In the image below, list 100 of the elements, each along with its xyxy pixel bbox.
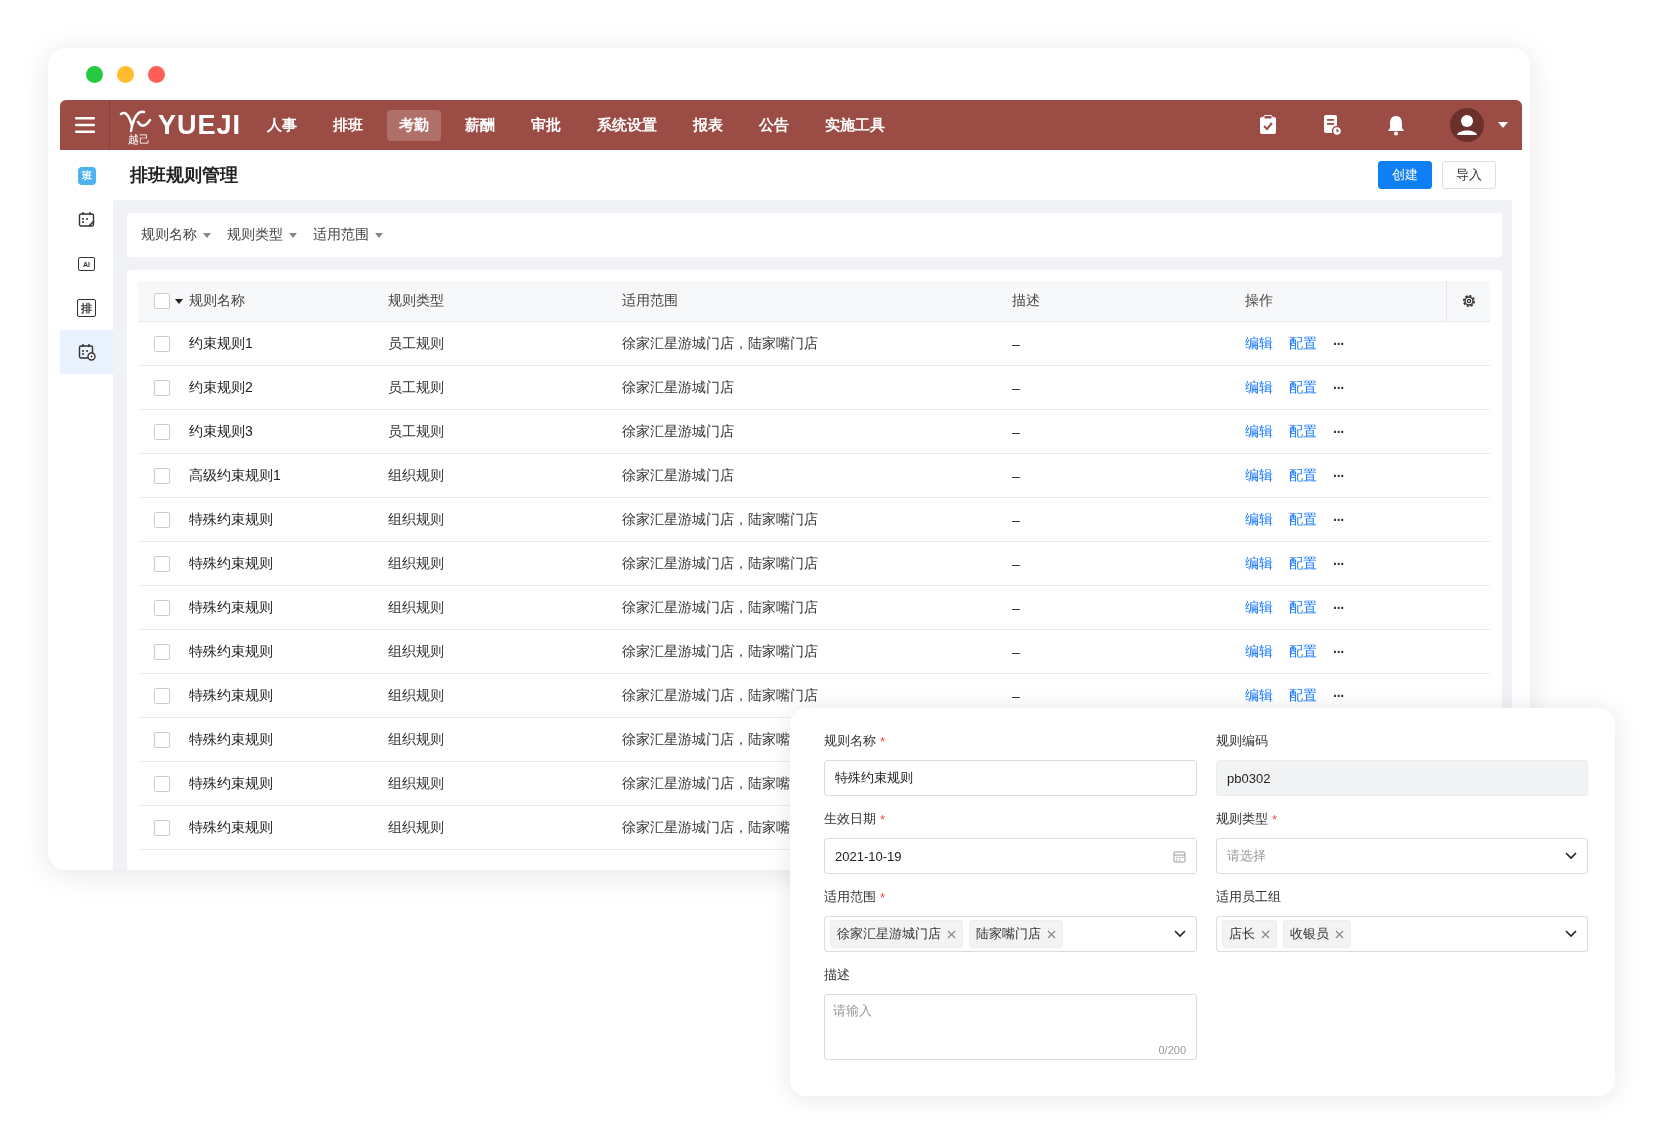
action-link[interactable]: 编辑 — [1245, 554, 1273, 573]
table-cell: – — [1012, 379, 1020, 396]
table-cell: – — [1012, 335, 1020, 352]
row-checkbox[interactable] — [154, 731, 170, 748]
table-cell: 组织规则 — [388, 554, 444, 573]
action-link[interactable]: 编辑 — [1245, 686, 1273, 705]
document-clock-icon[interactable] — [1322, 114, 1342, 136]
action-link[interactable]: ··· — [1333, 335, 1344, 352]
action-link[interactable]: ··· — [1333, 379, 1344, 396]
multi-select-field[interactable]: 店长 收银员 — [1216, 916, 1588, 952]
row-checkbox[interactable] — [154, 687, 170, 704]
field-label: 适用员工组 — [1216, 888, 1281, 906]
date-field[interactable]: 2021-10-19 — [824, 838, 1197, 874]
column-header: 适用范围 — [622, 292, 679, 310]
action-link[interactable]: ··· — [1333, 599, 1344, 616]
table-cell: 组织规则 — [388, 510, 444, 529]
nav-tab[interactable]: 人事 — [255, 109, 310, 141]
action-link[interactable]: 配置 — [1289, 686, 1317, 705]
row-checkbox[interactable] — [154, 335, 170, 352]
action-link[interactable]: 编辑 — [1245, 642, 1273, 661]
nav-tab[interactable]: 排班 — [321, 109, 376, 141]
close-icon[interactable] — [947, 929, 956, 939]
window-control[interactable] — [86, 65, 103, 83]
caret-icon[interactable] — [175, 298, 183, 304]
close-icon[interactable] — [1261, 929, 1270, 939]
row-checkbox[interactable] — [154, 467, 170, 484]
table-cell: 组织规则 — [388, 466, 444, 485]
row-checkbox[interactable] — [154, 819, 170, 836]
select-all-checkbox[interactable] — [154, 293, 170, 309]
table-cell: 员工规则 — [388, 334, 444, 353]
clipboard-check-icon[interactable] — [1258, 115, 1278, 135]
table-cell: 员工规则 — [388, 422, 444, 441]
filter-dropdown[interactable]: 规则名称 — [135, 222, 217, 248]
input-field[interactable]: 特殊约束规则 — [824, 760, 1197, 796]
column-header: 规则名称 — [189, 292, 246, 310]
page-title: 排班规则管理 — [130, 164, 238, 187]
table-cell: 组织规则 — [388, 730, 444, 749]
action-link[interactable]: ··· — [1333, 643, 1344, 660]
row-checkbox[interactable] — [154, 423, 170, 440]
nav-tab[interactable]: 报表 — [681, 109, 736, 141]
multi-select-field[interactable]: 徐家汇星游城门店 陆家嘴门店 — [824, 916, 1197, 952]
table-cell: 徐家汇星游城门店 — [622, 378, 734, 397]
avatar-icon[interactable] — [1450, 108, 1484, 142]
close-icon[interactable] — [1047, 929, 1056, 939]
column-header: 描述 — [1012, 292, 1041, 310]
filter-dropdown[interactable]: 规则类型 — [221, 222, 303, 248]
table-cell: 特殊约束规则 — [189, 510, 273, 529]
create-button[interactable]: 创建 — [1378, 161, 1432, 189]
nav-tab[interactable]: 系统设置 — [585, 109, 670, 141]
action-link[interactable]: 配置 — [1289, 422, 1317, 441]
action-link[interactable]: 编辑 — [1245, 378, 1273, 397]
action-link[interactable]: 配置 — [1289, 642, 1317, 661]
action-link[interactable]: 编辑 — [1245, 598, 1273, 617]
table-cell: 徐家汇星游城门店，陆家嘴门店 — [622, 334, 818, 353]
sidebar-item[interactable] — [60, 330, 113, 374]
action-link[interactable]: 编辑 — [1245, 422, 1273, 441]
required-mark: * — [880, 811, 886, 827]
action-link[interactable]: 编辑 — [1245, 334, 1273, 353]
row-checkbox[interactable] — [154, 511, 170, 528]
chevron-down-icon — [1565, 852, 1577, 860]
action-link[interactable]: ··· — [1333, 555, 1344, 572]
table-cell: 组织规则 — [388, 598, 444, 617]
action-link[interactable]: 配置 — [1289, 598, 1317, 617]
tag: 收银员 — [1283, 920, 1351, 948]
nav-tab[interactable]: 审批 — [519, 109, 574, 141]
description-textarea[interactable]: 请输入 0/200 — [824, 994, 1197, 1060]
chevron-down-icon — [1174, 930, 1186, 938]
import-button[interactable]: 导入 — [1442, 161, 1496, 189]
action-link[interactable]: ··· — [1333, 467, 1344, 484]
action-link[interactable]: 编辑 — [1245, 466, 1273, 485]
settings-icon[interactable] — [1460, 293, 1477, 309]
close-icon[interactable] — [1335, 929, 1344, 939]
row-checkbox[interactable] — [154, 379, 170, 396]
nav-tab[interactable]: 薪酬 — [453, 109, 508, 141]
window-control[interactable] — [117, 65, 134, 83]
window-control[interactable] — [148, 65, 165, 83]
tag: 店长 — [1222, 920, 1277, 948]
row-checkbox[interactable] — [154, 643, 170, 660]
logo-text: YUEJI — [158, 109, 242, 141]
action-link[interactable]: 配置 — [1289, 466, 1317, 485]
nav-tab[interactable]: 实施工具 — [813, 109, 898, 141]
table-cell: 约束规则1 — [189, 334, 253, 353]
sidebar-item[interactable]: 排 — [60, 286, 113, 330]
action-link[interactable]: 配置 — [1289, 378, 1317, 397]
select-field[interactable]: 请选择 — [1216, 838, 1588, 874]
action-link[interactable]: 配置 — [1289, 334, 1317, 353]
filter-dropdown[interactable]: 适用范围 — [307, 222, 389, 248]
action-link[interactable]: ··· — [1333, 511, 1344, 528]
nav-tab[interactable]: 考勤 — [387, 109, 442, 141]
action-link[interactable]: ··· — [1333, 423, 1344, 440]
row-checkbox[interactable] — [154, 775, 170, 792]
bell-icon[interactable] — [1386, 114, 1406, 136]
action-link[interactable]: 配置 — [1289, 510, 1317, 529]
nav-tab[interactable]: 公告 — [747, 109, 802, 141]
action-link[interactable]: 编辑 — [1245, 510, 1273, 529]
action-link[interactable]: 配置 — [1289, 554, 1317, 573]
row-checkbox[interactable] — [154, 555, 170, 572]
field-label: 规则类型 — [1216, 810, 1268, 828]
row-checkbox[interactable] — [154, 599, 170, 616]
action-link[interactable]: ··· — [1333, 687, 1344, 704]
